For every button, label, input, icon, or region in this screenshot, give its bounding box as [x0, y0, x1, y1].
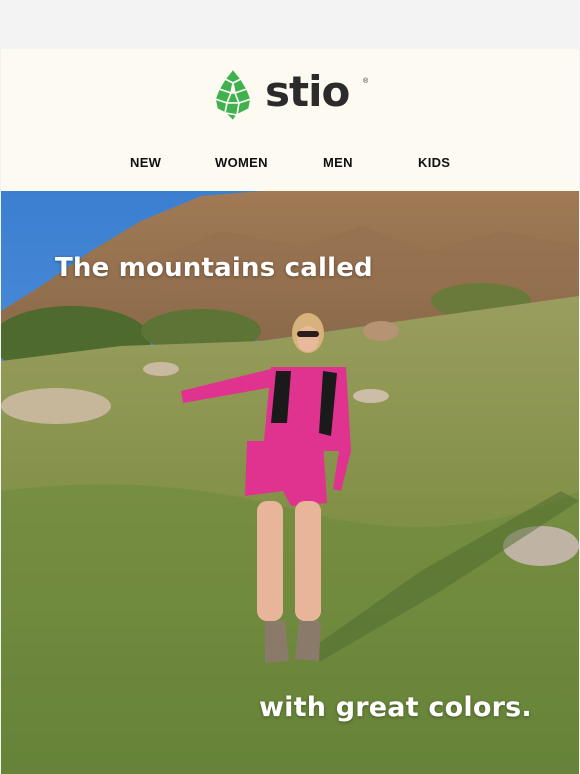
email-header: stio ® NEW WOMEN MEN KIDS: [1, 49, 579, 191]
nav-item-women[interactable]: WOMEN: [215, 155, 268, 170]
top-spacer: [0, 0, 580, 49]
hero-banner[interactable]: The mountains called with great colors.: [1, 191, 579, 774]
nav-item-new[interactable]: NEW: [130, 155, 161, 170]
nav-item-men[interactable]: MEN: [323, 155, 353, 170]
hero-headline-top: The mountains called: [55, 253, 373, 283]
pinecone-icon: [213, 67, 253, 123]
brand-logo[interactable]: stio ®: [211, 65, 371, 125]
hero-headline-bottom: with great colors.: [259, 692, 532, 723]
main-nav: NEW WOMEN MEN KIDS: [1, 155, 579, 175]
brand-wordmark: stio: [265, 67, 350, 116]
nav-item-kids[interactable]: KIDS: [418, 155, 450, 170]
registered-mark: ®: [363, 78, 369, 85]
